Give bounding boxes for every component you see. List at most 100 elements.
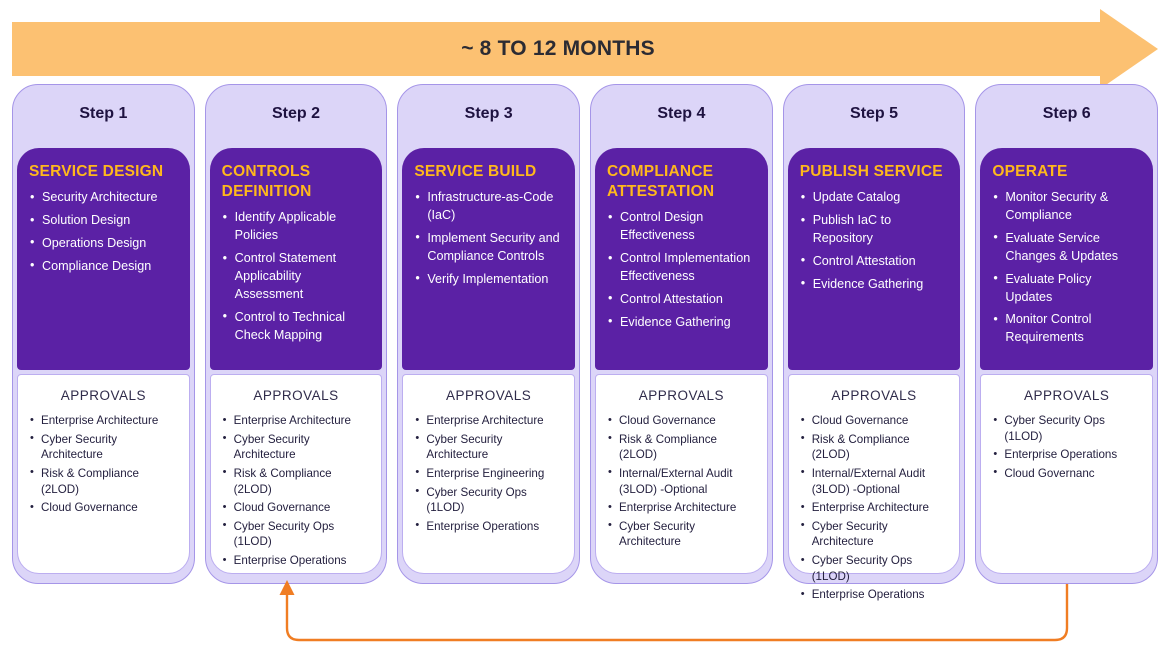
activity-item: Control Implementation Effectiveness <box>607 250 756 286</box>
step-title: Step 5 <box>850 105 899 122</box>
activity-item: Control Statement Applicability Assessme… <box>222 250 371 304</box>
approval-item: Enterprise Architecture <box>607 500 756 516</box>
approvals-panel: APPROVALS Enterprise Architecture Cyber Se… <box>209 374 383 574</box>
approvals-panel: APPROVALS Enterprise Architecture Cyber Se… <box>17 374 190 574</box>
step-activities-panel: SERVICE BUILD Infrastructure-as-Code (IaC… <box>402 148 576 370</box>
activity-item: Verify Implementation <box>414 270 563 289</box>
approvals-panel: APPROVALS Cloud Governance Risk & Complian… <box>595 374 768 574</box>
approval-item: Cloud Governanc <box>992 465 1141 482</box>
activity-item: Evaluate Service Changes & Updates <box>992 229 1141 266</box>
activity-list: Update Catalog Publish IaC to Repository C… <box>800 189 949 293</box>
approval-item: Risk & Compliance (2LOD) <box>607 431 756 463</box>
step-heading: SERVICE DESIGN <box>29 163 164 180</box>
approvals-title: APPROVALS <box>831 388 917 403</box>
step-column: Step 4 COMPLIANCE ATTESTATION Control Desi… <box>590 84 773 584</box>
activity-item: Control Attestation <box>800 252 949 271</box>
step-title: Step 2 <box>272 105 321 122</box>
step-heading: CONTROLS DEFINITION <box>221 163 312 201</box>
step-activities-panel: CONTROLS DEFINITION Identify Applicable P… <box>209 148 383 370</box>
activity-item: Evaluate Policy Updates <box>992 270 1141 307</box>
approval-item: Cyber Security Ops (1LOD) <box>414 484 563 516</box>
approvals-list: Cloud Governance Risk & Compliance (2LOD)… <box>800 413 949 603</box>
approvals-title: APPROVALS <box>446 388 532 403</box>
approval-item: Cloud Governance <box>222 500 371 516</box>
activity-item: Implement Security and Compliance Contro… <box>414 229 563 266</box>
approvals-list: Cyber Security Ops (1LOD) Enterprise Oper… <box>992 412 1141 482</box>
step-column: Step 6 OPERATE Monitor Security & Complian… <box>975 84 1159 584</box>
step-title: Step 1 <box>79 105 128 122</box>
approval-item: Enterprise Operations <box>222 553 371 569</box>
approval-item: Internal/External Audit (3LOD) -Optional <box>607 465 756 497</box>
approval-item: Enterprise Operations <box>414 518 563 535</box>
activity-item: Control Design Effectiveness <box>607 209 756 245</box>
activity-list: Identify Applicable Policies Control Stat… <box>222 209 371 344</box>
approvals-list: Enterprise Architecture Cyber Security Ar… <box>222 413 371 569</box>
activity-item: Security Architecture <box>29 189 178 207</box>
activity-item: Monitor Security & Compliance <box>992 189 1141 225</box>
activity-item: Control Attestation <box>607 290 756 309</box>
approvals-panel: APPROVALS Cloud Governance Risk & Complian… <box>787 374 961 601</box>
activity-item: Identify Applicable Policies <box>222 209 371 245</box>
approval-item: Risk & Compliance (2LOD) <box>222 465 371 497</box>
approval-item: Cloud Governance <box>607 413 756 429</box>
approval-item: Cyber Security Ops (1LOD) <box>222 518 371 550</box>
steps-container: Step 1 SERVICE DESIGN Security Architectur… <box>12 84 1159 601</box>
approval-item: Cyber Security Architecture <box>607 518 756 550</box>
activity-list: Infrastructure-as-Code (IaC) Implement Se… <box>414 189 563 288</box>
step-heading: OPERATE <box>992 163 1068 180</box>
approval-item: Cloud Governance <box>800 413 949 429</box>
approval-item: Enterprise Operations <box>800 587 949 603</box>
step-title: Step 3 <box>464 105 513 122</box>
step-column: Step 2 CONTROLS DEFINITION Identify Applic… <box>204 84 388 584</box>
activity-list: Control Design Effectiveness Control Impl… <box>607 209 756 331</box>
approval-item: Cyber Security Architecture <box>414 431 563 463</box>
activity-item: Solution Design <box>29 212 178 230</box>
approvals-title: APPROVALS <box>60 388 146 403</box>
activity-item: Monitor Control Requirements <box>992 311 1141 347</box>
activity-item: Evidence Gathering <box>800 275 949 294</box>
approval-item: Cloud Governance <box>29 500 178 516</box>
step-column: Step 5 PUBLISH SERVICE Update Catalog Publi… <box>782 84 966 601</box>
activity-list: Monitor Security & Compliance Evaluate Se… <box>992 189 1141 347</box>
approval-item: Cyber Security Ops (1LOD) <box>800 553 949 584</box>
step-activities-panel: PUBLISH SERVICE Update Catalog Publish IaC… <box>787 148 961 370</box>
step-title: Step 4 <box>657 105 706 122</box>
approval-item: Cyber Security Architecture <box>800 518 949 550</box>
approval-item: Enterprise Engineering <box>414 465 563 482</box>
step-activities-panel: OPERATE Monitor Security & Compliance Eval… <box>980 148 1154 370</box>
approval-item: Cyber Security Ops (1LOD) <box>992 412 1141 444</box>
timeline-duration-label: ~ 8 TO 12 MONTHS <box>461 37 655 60</box>
approvals-list: Enterprise Architecture Cyber Security Ar… <box>414 413 563 534</box>
activity-item: Compliance Design <box>29 257 178 276</box>
step-heading: SERVICE BUILD <box>414 163 537 180</box>
approval-item: Enterprise Operations <box>992 447 1141 463</box>
activity-item: Evidence Gathering <box>607 313 756 332</box>
diagram-root: ~ 8 TO 12 MONTHS Step 1 SERVICE DESIGN Sec… <box>0 0 1170 657</box>
approvals-list: Enterprise Architecture Cyber Security Ar… <box>29 413 178 516</box>
approval-item: Enterprise Architecture <box>29 413 178 429</box>
approvals-list: Cloud Governance Risk & Compliance (2LOD)… <box>607 413 756 550</box>
activity-item: Operations Design <box>29 234 178 253</box>
approvals-panel: APPROVALS Cyber Security Ops (1LOD) Enterp… <box>980 374 1154 574</box>
approval-item: Enterprise Architecture <box>222 413 371 429</box>
step-heading: PUBLISH SERVICE <box>799 163 943 180</box>
activity-item: Infrastructure-as-Code (IaC) <box>414 189 563 225</box>
step-activities-panel: SERVICE DESIGN Security Architecture Solut… <box>17 148 190 370</box>
approvals-title: APPROVALS <box>638 388 724 403</box>
approval-item: Cyber Security Architecture <box>222 431 371 463</box>
approvals-title: APPROVALS <box>1024 388 1110 403</box>
activity-item: Control to Technical Check Mapping <box>222 308 371 345</box>
step-column: Step 3 SERVICE BUILD Infrastructure-as-Cod… <box>397 84 581 584</box>
step-heading: COMPLIANCE ATTESTATION <box>607 163 715 201</box>
step-title: Step 6 <box>1042 105 1091 122</box>
step-column: Step 1 SERVICE DESIGN Security Architectur… <box>12 84 195 584</box>
timeline-banner: ~ 8 TO 12 MONTHS <box>12 9 1158 89</box>
approval-item: Enterprise Architecture <box>414 413 563 429</box>
step-activities-panel: COMPLIANCE ATTESTATION Control Design Eff… <box>595 148 768 370</box>
activity-list: Security Architecture Solution Design Oper… <box>29 189 178 276</box>
approval-item: Risk & Compliance (2LOD) <box>800 431 949 463</box>
approvals-title: APPROVALS <box>253 388 339 403</box>
timeline-arrow-head-icon <box>1100 9 1158 89</box>
activity-item: Update Catalog <box>800 189 949 207</box>
activity-item: Publish IaC to Repository <box>800 212 949 248</box>
